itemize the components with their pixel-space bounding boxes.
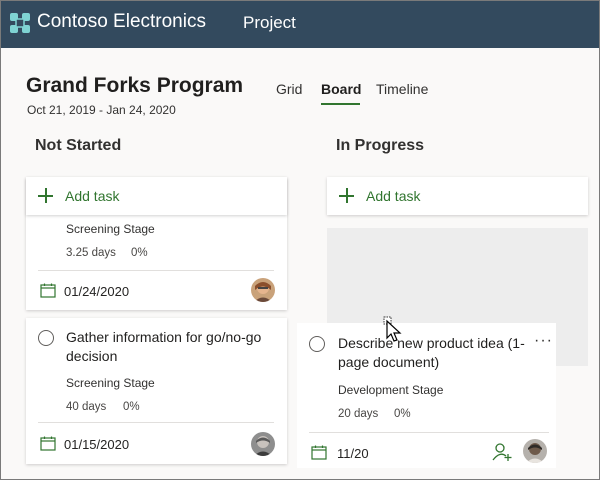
task-duration: 40 days xyxy=(66,401,107,413)
add-task-label: Add task xyxy=(366,188,421,204)
calendar-icon xyxy=(40,436,56,451)
more-options-icon[interactable]: ··· xyxy=(534,332,553,350)
task-duration: 20 days xyxy=(338,408,379,420)
column-title-not-started: Not Started xyxy=(35,137,122,154)
add-task-button[interactable]: Add task xyxy=(327,177,588,215)
card-divider xyxy=(309,432,549,433)
task-stage: Screening Stage xyxy=(66,376,155,390)
contoso-logo-icon xyxy=(10,13,30,33)
task-duration: 3.25 days xyxy=(66,247,116,259)
page-title: Grand Forks Program xyxy=(26,74,244,97)
nav-project[interactable]: Project xyxy=(243,13,296,33)
add-task-button[interactable]: Add task xyxy=(26,177,287,215)
task-due-date: 11/20 xyxy=(337,446,369,461)
task-card[interactable]: Gather information for go/no-go decision… xyxy=(26,318,287,464)
task-due-date: 01/24/2020 xyxy=(64,284,130,299)
task-percent: 0% xyxy=(394,408,411,420)
column-title-in-progress: In Progress xyxy=(336,137,425,154)
task-stage: Development Stage xyxy=(338,383,444,397)
tab-board[interactable]: Board xyxy=(321,81,361,97)
avatar[interactable] xyxy=(251,278,275,302)
add-task-label: Add task xyxy=(65,188,120,204)
assign-person-icon[interactable] xyxy=(492,442,512,462)
calendar-icon xyxy=(40,283,56,298)
task-card-dragging[interactable]: Describe new product idea (1-page docume… xyxy=(297,323,556,468)
app-brand[interactable]: Contoso Electronics xyxy=(37,11,206,33)
avatar[interactable] xyxy=(251,432,275,456)
card-divider xyxy=(38,270,274,271)
app-header: Contoso Electronics Project xyxy=(0,0,600,48)
move-cursor-icon xyxy=(383,316,402,342)
plan-dates: Oct 21, 2019 - Jan 24, 2020 xyxy=(27,103,176,117)
task-complete-checkbox[interactable] xyxy=(309,336,325,352)
avatar[interactable] xyxy=(523,439,547,463)
task-due-date: 01/15/2020 xyxy=(64,437,130,452)
calendar-icon xyxy=(311,445,327,460)
tab-timeline[interactable]: Timeline xyxy=(376,81,428,97)
tab-grid[interactable]: Grid xyxy=(276,81,302,97)
task-complete-checkbox[interactable] xyxy=(38,330,54,346)
task-title[interactable]: Gather information for go/no-go decision xyxy=(66,328,278,366)
plus-icon xyxy=(339,188,354,203)
card-divider xyxy=(38,422,274,423)
task-percent: 0% xyxy=(131,247,148,259)
task-title[interactable]: Describe new product idea (1-page docume… xyxy=(338,334,534,372)
task-percent: 0% xyxy=(123,401,140,413)
tab-active-indicator xyxy=(321,103,360,105)
task-stage: Screening Stage xyxy=(66,222,155,236)
plus-icon xyxy=(38,188,53,203)
